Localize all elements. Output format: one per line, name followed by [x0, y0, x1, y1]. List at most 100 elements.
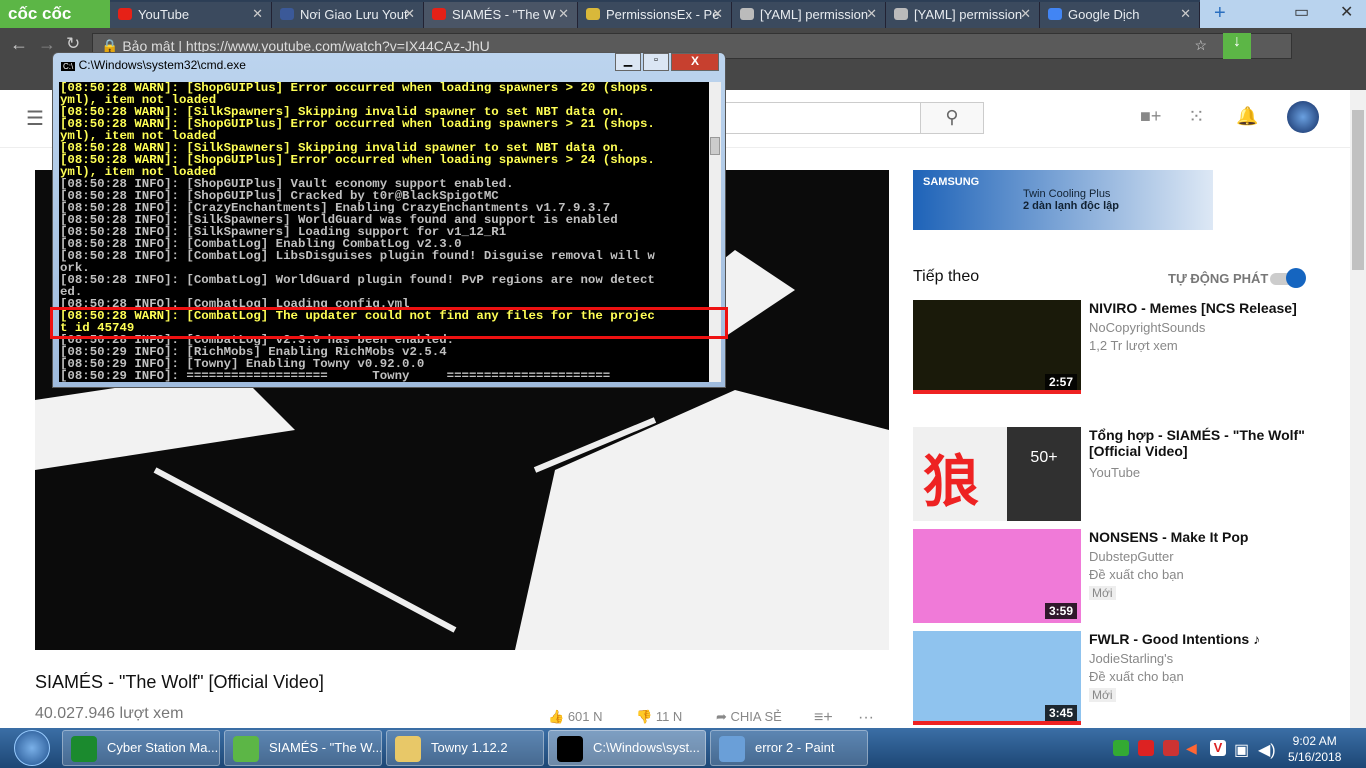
bookmark-star-icon[interactable]: ☆: [1194, 37, 1207, 54]
cmd-maximize-button[interactable]: ▫: [643, 53, 669, 71]
clock-date: 5/16/2018: [1288, 750, 1342, 764]
browser-tab[interactable]: YouTube ✕: [110, 2, 272, 28]
video-thumbnail[interactable]: 50+ 狼: [913, 427, 1081, 521]
cmd-minimize-button[interactable]: ▁: [615, 53, 641, 71]
taskbar-item-label: error 2 - Paint: [755, 740, 835, 755]
back-icon[interactable]: ←: [10, 34, 28, 55]
browser-tab[interactable]: Nơi Giao Lưu Yout ✕: [272, 2, 424, 28]
related-video-title[interactable]: NONSENS - Make It Pop: [1089, 529, 1309, 545]
playlist-count: 50+: [1007, 427, 1081, 521]
related-video[interactable]: 3:45 FWLR - Good Intentions ♪ JodieStarlin…: [913, 631, 1313, 726]
related-video[interactable]: 3:59 NONSENS - Make It Pop DubstepGutter Đề…: [913, 529, 1313, 624]
ad-line1: Twin Cooling Plus: [1023, 188, 1111, 200]
ad-banner[interactable]: SAMSUNG Twin Cooling Plus 2 dàn lạnh độc l…: [913, 170, 1213, 230]
add-to-playlist-icon[interactable]: ≡+: [814, 709, 833, 727]
window-controls[interactable]: + ▭ ✕: [1200, 0, 1366, 28]
related-video-title[interactable]: FWLR - Good Intentions ♪: [1089, 631, 1309, 647]
channel-name: NoCopyrightSounds: [1089, 320, 1206, 335]
tab-favicon-icon: [1048, 8, 1062, 20]
tab-label: SIAMÉS - "The W: [452, 7, 556, 22]
video-meta: Đề xuất cho bạn: [1089, 567, 1184, 582]
up-next-heading: Tiếp theo: [913, 268, 980, 285]
new-tab-icon[interactable]: +: [1214, 2, 1226, 25]
taskbar-app-icon: [233, 736, 259, 762]
page-scrollbar[interactable]: [1350, 90, 1366, 728]
tab-label: [YAML] permission: [760, 7, 869, 22]
search-button[interactable]: ⚲: [920, 102, 984, 134]
tab-close-icon[interactable]: ✕: [558, 6, 569, 22]
taskbar-item-label: Cyber Station Ma...: [107, 740, 219, 755]
volume-icon[interactable]: ◀): [1258, 740, 1276, 759]
taskbar-item[interactable]: Towny 1.12.2: [386, 730, 544, 766]
tab-label: [YAML] permission: [914, 7, 1023, 22]
tab-label: PermissionsEx - Pe: [606, 7, 720, 22]
browser-tab[interactable]: [YAML] permission ✕: [886, 2, 1040, 28]
tab-favicon-icon: [118, 8, 132, 20]
video-title: SIAMÉS - "The Wolf" [Official Video]: [35, 672, 324, 692]
notifications-bell-icon[interactable]: 🔔: [1236, 106, 1258, 127]
browser-tab[interactable]: Google Dịch ✕: [1040, 2, 1200, 28]
coccoc-logo[interactable]: cốc cốc: [0, 0, 110, 28]
download-icon[interactable]: ↓: [1223, 33, 1251, 59]
video-duration: 3:45: [1044, 705, 1077, 721]
upload-video-icon[interactable]: ■+: [1140, 106, 1161, 127]
tab-close-icon[interactable]: ✕: [866, 6, 877, 22]
tray-speaker-muted-icon[interactable]: ◀: [1186, 740, 1202, 756]
related-video[interactable]: 2:57 NIVIRO - Memes [NCS Release] NoCopyri…: [913, 300, 1313, 395]
tab-favicon-icon: [894, 8, 908, 20]
forward-icon[interactable]: →: [38, 34, 56, 55]
video-duration: 3:59: [1044, 603, 1077, 619]
network-icon[interactable]: ▣: [1234, 740, 1250, 759]
tab-close-icon[interactable]: ✕: [1180, 6, 1191, 22]
minimize-icon[interactable]: ▭: [1294, 2, 1309, 22]
related-video[interactable]: 50+ 狼 Tổng hợp - SIAMÉS - "The Wolf" [Offi…: [913, 427, 1313, 522]
related-video-title[interactable]: Tổng hợp - SIAMÉS - "The Wolf" [Official…: [1089, 427, 1309, 459]
video-thumbnail[interactable]: 3:59: [913, 529, 1081, 623]
like-button[interactable]: 👍 601 N: [548, 709, 603, 725]
cmd-close-button[interactable]: X: [671, 53, 719, 71]
tray-game-icon[interactable]: [1113, 740, 1129, 756]
taskbar-item[interactable]: C:\Windows\syst...: [548, 730, 706, 766]
avatar[interactable]: [1287, 101, 1319, 133]
taskbar-item-label: SIAMÉS - "The W...: [269, 740, 382, 755]
browser-tab[interactable]: [YAML] permission ✕: [732, 2, 886, 28]
reload-icon[interactable]: ↻: [66, 34, 80, 54]
taskbar-item[interactable]: Cyber Station Ma...: [62, 730, 220, 766]
dislike-button[interactable]: 👎 11 N: [636, 709, 682, 725]
channel-name: YouTube: [1089, 465, 1141, 480]
tab-close-icon[interactable]: ✕: [1020, 6, 1031, 22]
browser-tab[interactable]: SIAMÉS - "The W ✕: [424, 2, 578, 28]
tray-ccleaner-icon[interactable]: [1163, 740, 1179, 756]
dislike-count: 11 N: [655, 709, 683, 724]
share-icon: ➦: [716, 709, 727, 724]
taskbar-item[interactable]: SIAMÉS - "The W...: [224, 730, 382, 766]
new-badge: Mới: [1089, 586, 1116, 600]
ad-brand: SAMSUNG: [923, 176, 980, 188]
tab-close-icon[interactable]: ✕: [404, 6, 415, 22]
console-line: [08:50:28 INFO]: [CombatLog] WorldGuard …: [60, 273, 655, 287]
like-count: 601 N: [567, 709, 603, 724]
share-button[interactable]: ➦ CHIA SẺ: [716, 709, 782, 725]
video-thumbnail[interactable]: 3:45: [913, 631, 1081, 725]
apps-grid-icon[interactable]: ⁙: [1188, 104, 1205, 129]
autoplay-toggle[interactable]: [1270, 268, 1306, 288]
menu-icon[interactable]: ☰: [26, 106, 44, 131]
tray-shield-icon[interactable]: [1138, 740, 1154, 756]
thumbs-up-icon: 👍: [548, 709, 565, 724]
tab-favicon-icon: [740, 8, 754, 20]
close-icon[interactable]: ✕: [1340, 2, 1353, 22]
taskbar-app-icon: [71, 736, 97, 762]
browser-tab[interactable]: PermissionsEx - Pe ✕: [578, 2, 732, 28]
more-icon[interactable]: ···: [858, 709, 874, 727]
tray-v-icon[interactable]: V: [1210, 740, 1226, 756]
video-thumbnail[interactable]: 2:57: [913, 300, 1081, 394]
tab-label: YouTube: [138, 7, 190, 22]
taskbar-item[interactable]: error 2 - Paint: [710, 730, 868, 766]
clock[interactable]: 9:02 AM 5/16/2018: [1288, 733, 1341, 765]
related-video-title[interactable]: NIVIRO - Memes [NCS Release]: [1089, 300, 1309, 316]
start-button[interactable]: [14, 730, 50, 766]
tab-close-icon[interactable]: ✕: [712, 6, 723, 22]
cmd-title: C:\ C:\Windows\system32\cmd.exe: [61, 58, 246, 72]
tab-close-icon[interactable]: ✕: [252, 6, 263, 22]
view-count: 40.027.946 lượt xem: [35, 705, 184, 722]
